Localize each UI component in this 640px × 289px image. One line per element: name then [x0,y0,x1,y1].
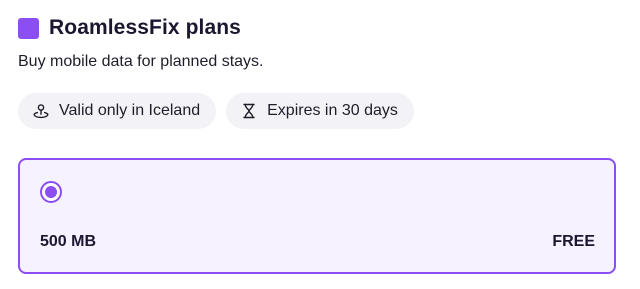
chip-expiry-label: Expires in 30 days [267,102,398,119]
chip-expiry: Expires in 30 days [226,93,414,129]
hourglass-icon [240,102,258,120]
page-header: RoamlessFix plans [18,16,241,40]
brand-logo-icon [18,17,39,39]
chip-region-label: Valid only in Iceland [59,102,201,119]
plan-price: FREE [552,233,595,250]
page-title: RoamlessFix plans [49,16,241,39]
location-pin-icon [32,102,50,120]
chip-region: Valid only in Iceland [18,93,217,129]
page-subtitle: Buy mobile data for planned stays. [18,53,264,70]
plan-option-card[interactable]: 500 MB FREE [18,158,616,274]
plan-data-amount: 500 MB [40,233,97,250]
plan-radio-button[interactable] [40,181,62,203]
radio-selected-dot [45,186,57,198]
plan-info-chips: Valid only in Iceland Expires in 30 days [18,93,414,129]
